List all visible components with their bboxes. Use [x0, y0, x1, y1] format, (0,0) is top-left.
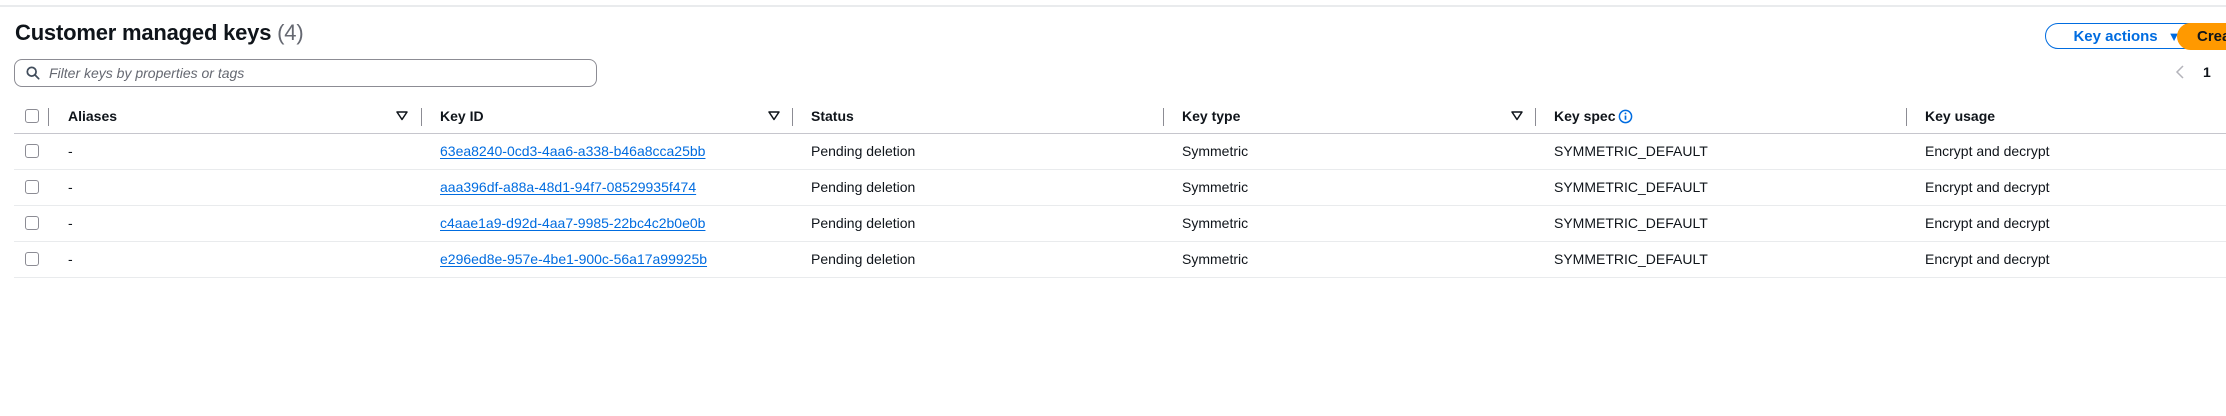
- key-type-cell: Symmetric: [1182, 143, 1249, 159]
- column-header-key-type[interactable]: Key type: [1182, 100, 1240, 133]
- key-type-cell: Symmetric: [1182, 251, 1249, 267]
- key-id-link[interactable]: aaa396df-a88a-48d1-94f7-08529935f474: [440, 170, 696, 205]
- row-checkbox[interactable]: [25, 180, 39, 194]
- create-key-button[interactable]: Create key: [2177, 23, 2226, 50]
- column-header-status[interactable]: Status: [811, 100, 854, 133]
- alias-cell: -: [68, 215, 73, 231]
- sort-caret-icon[interactable]: [396, 111, 408, 121]
- key-count: (4): [277, 20, 304, 45]
- key-id-link[interactable]: e296ed8e-957e-4be1-900c-56a17a99925b: [440, 242, 707, 277]
- table-header: Aliases Key ID Status Key type Key spec …: [14, 100, 2226, 134]
- page-title-text: Customer managed keys: [15, 20, 272, 45]
- column-divider: [1906, 108, 1907, 126]
- column-divider: [421, 108, 422, 126]
- key-usage-cell: Encrypt and decrypt: [1925, 143, 2050, 159]
- key-usage-cell: Encrypt and decrypt: [1925, 215, 2050, 231]
- table-row[interactable]: - 63ea8240-0cd3-4aa6-a338-b46a8cca25bb P…: [14, 134, 2226, 170]
- sort-caret-icon[interactable]: [768, 111, 780, 121]
- column-divider: [48, 108, 49, 126]
- select-all-checkbox[interactable]: [25, 109, 39, 123]
- column-divider: [1535, 108, 1536, 126]
- status-cell: Pending deletion: [811, 251, 916, 267]
- key-spec-cell: SYMMETRIC_DEFAULT: [1554, 251, 1708, 267]
- status-cell: Pending deletion: [811, 179, 916, 195]
- pagination: 1: [2175, 64, 2211, 80]
- info-icon[interactable]: [1618, 109, 1633, 124]
- status-cell: Pending deletion: [811, 215, 916, 231]
- row-checkbox[interactable]: [25, 144, 39, 158]
- column-header-key-id[interactable]: Key ID: [440, 100, 484, 133]
- page-title: Customer managed keys (4): [15, 20, 304, 46]
- row-checkbox[interactable]: [25, 216, 39, 230]
- table-row[interactable]: - c4aae1a9-d92d-4aa7-9985-22bc4c2b0e0b P…: [14, 206, 2226, 242]
- key-type-cell: Symmetric: [1182, 179, 1249, 195]
- column-header-key-usage[interactable]: Key usage: [1925, 100, 1995, 133]
- column-divider: [792, 108, 793, 126]
- top-divider: [0, 5, 2226, 7]
- column-divider: [1163, 108, 1164, 126]
- chevron-left-icon[interactable]: [2175, 65, 2185, 79]
- key-id-link[interactable]: 63ea8240-0cd3-4aa6-a338-b46a8cca25bb: [440, 134, 705, 169]
- table-row[interactable]: - aaa396df-a88a-48d1-94f7-08529935f474 P…: [14, 170, 2226, 206]
- alias-cell: -: [68, 251, 73, 267]
- key-type-cell: Symmetric: [1182, 215, 1249, 231]
- key-spec-cell: SYMMETRIC_DEFAULT: [1554, 179, 1708, 195]
- status-cell: Pending deletion: [811, 143, 916, 159]
- sort-caret-icon[interactable]: [1511, 111, 1523, 121]
- key-actions-label: Key actions: [2073, 27, 2158, 45]
- alias-cell: -: [68, 179, 73, 195]
- alias-cell: -: [68, 143, 73, 159]
- filter-bar: [14, 59, 597, 87]
- table-row[interactable]: - e296ed8e-957e-4be1-900c-56a17a99925b P…: [14, 242, 2226, 278]
- column-header-aliases[interactable]: Aliases: [68, 100, 117, 133]
- search-icon: [26, 66, 40, 80]
- key-usage-cell: Encrypt and decrypt: [1925, 251, 2050, 267]
- keys-table: Aliases Key ID Status Key type Key spec …: [14, 100, 2226, 278]
- filter-input[interactable]: [49, 65, 569, 81]
- key-id-link[interactable]: c4aae1a9-d92d-4aa7-9985-22bc4c2b0e0b: [440, 206, 705, 241]
- key-spec-cell: SYMMETRIC_DEFAULT: [1554, 143, 1708, 159]
- key-usage-cell: Encrypt and decrypt: [1925, 179, 2050, 195]
- column-header-key-spec[interactable]: Key spec: [1554, 100, 1633, 133]
- key-spec-label: Key spec: [1554, 108, 1616, 124]
- row-checkbox[interactable]: [25, 252, 39, 266]
- page-number[interactable]: 1: [2203, 64, 2211, 80]
- key-spec-cell: SYMMETRIC_DEFAULT: [1554, 215, 1708, 231]
